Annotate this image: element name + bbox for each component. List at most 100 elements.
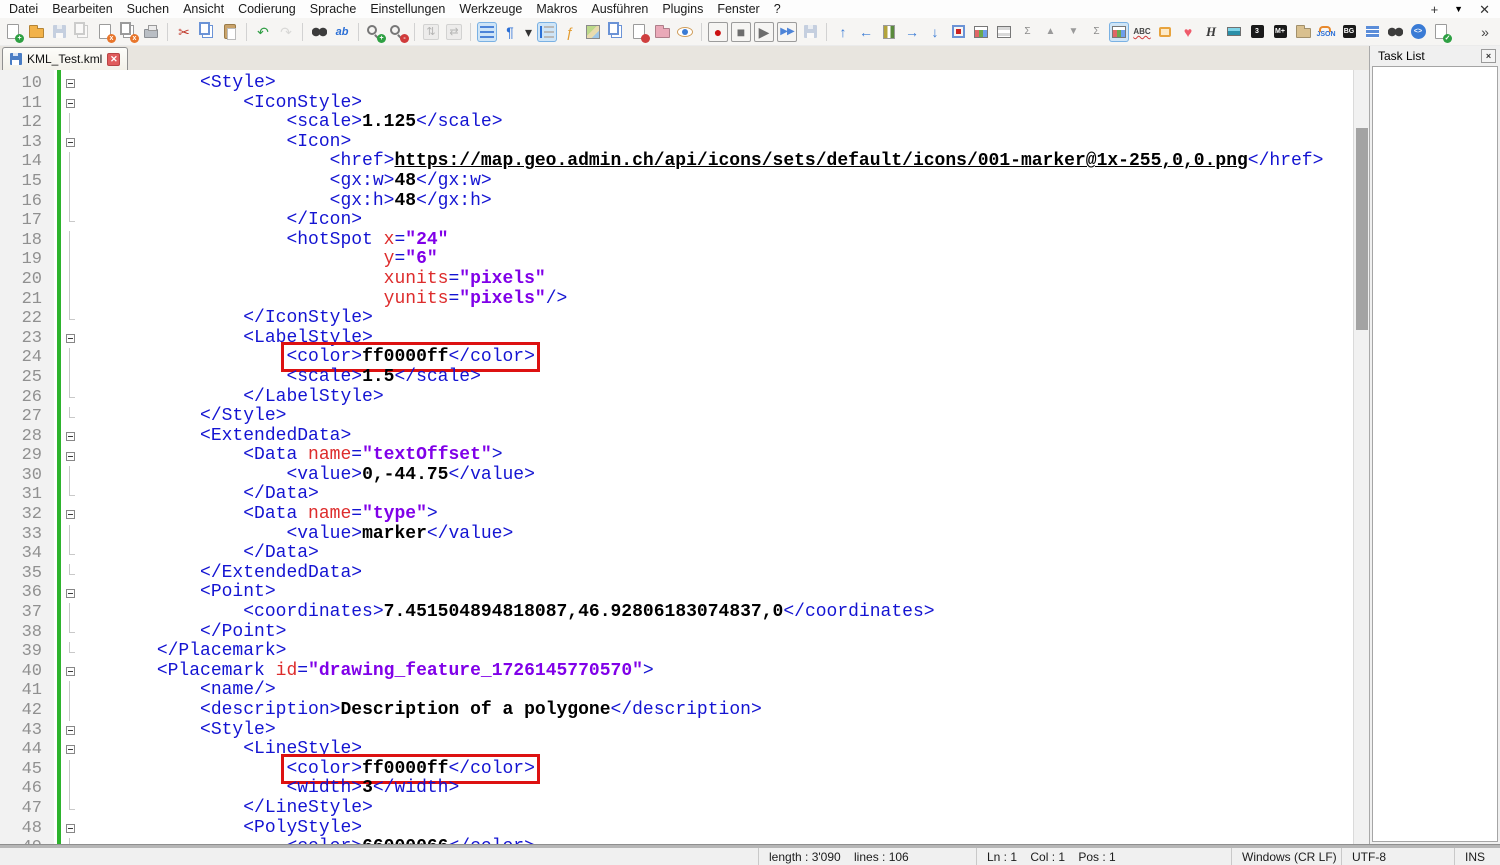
paste-icon[interactable] bbox=[220, 22, 240, 42]
fold-box-icon[interactable] bbox=[66, 452, 75, 461]
macro-record-icon[interactable]: ● bbox=[708, 22, 728, 42]
tab-close-icon[interactable]: ✕ bbox=[107, 53, 120, 66]
replace-icon[interactable]: ab bbox=[332, 22, 352, 42]
code-line[interactable]: <value>0,-44.75</value> bbox=[79, 466, 535, 486]
plugin-grid-icon[interactable] bbox=[994, 22, 1014, 42]
fold-box-icon[interactable] bbox=[66, 334, 75, 343]
show-all-characters-dropdown-icon[interactable]: ▾ bbox=[523, 22, 534, 42]
code-line[interactable]: <IconStyle> bbox=[79, 94, 362, 114]
code-line[interactable]: <href>https://map.geo.admin.ch/api/icons… bbox=[79, 152, 1323, 172]
plugin-triangle-down-icon[interactable]: ▼ bbox=[1063, 22, 1083, 42]
menu-item-einstellungen[interactable]: Einstellungen bbox=[363, 0, 452, 18]
code-line[interactable]: <PolyStyle> bbox=[79, 819, 362, 839]
indent-guide-icon[interactable] bbox=[537, 22, 557, 42]
code-line[interactable]: </IconStyle> bbox=[79, 309, 373, 329]
code-line[interactable]: <coordinates>7.451504894818087,46.928061… bbox=[79, 603, 935, 623]
cut-icon[interactable]: ✂ bbox=[174, 22, 194, 42]
plugin-html-preview-icon[interactable]: H bbox=[1201, 22, 1221, 42]
status-insert-mode[interactable]: INS bbox=[1454, 848, 1500, 865]
new-file-icon[interactable]: + bbox=[3, 22, 23, 42]
menu-item-datei[interactable]: Datei bbox=[2, 0, 45, 18]
menu-item-help[interactable]: ? bbox=[767, 0, 788, 18]
menu-item-suchen[interactable]: Suchen bbox=[120, 0, 176, 18]
plugin-bars-icon[interactable] bbox=[879, 22, 899, 42]
fold-box-icon[interactable] bbox=[66, 79, 75, 88]
code-line[interactable]: <Data name="type"> bbox=[79, 505, 438, 525]
save-all-icon[interactable] bbox=[72, 22, 92, 42]
code-line[interactable]: yunits="pixels"/> bbox=[79, 290, 567, 310]
code-line[interactable]: </Point> bbox=[79, 623, 286, 643]
fold-box-icon[interactable] bbox=[66, 726, 75, 735]
code-line[interactable]: xunits="pixels" bbox=[79, 270, 546, 290]
plugin-sigma-top-icon[interactable]: Σ bbox=[1017, 22, 1037, 42]
fold-margin[interactable] bbox=[61, 505, 79, 525]
code-line[interactable]: </ExtendedData> bbox=[79, 564, 362, 584]
redo-icon[interactable]: ↷ bbox=[276, 22, 296, 42]
fold-margin[interactable] bbox=[61, 446, 79, 466]
macro-save-icon[interactable] bbox=[800, 22, 820, 42]
plugin-triangle-up-icon[interactable]: ▲ bbox=[1040, 22, 1060, 42]
scrollbar-thumb[interactable] bbox=[1356, 128, 1368, 330]
code-line[interactable]: <description>Description of a polygone</… bbox=[79, 701, 762, 721]
fold-margin[interactable] bbox=[61, 819, 79, 839]
plugin-spool-icon[interactable] bbox=[1362, 22, 1382, 42]
plugin-arrow-left-icon[interactable]: ← bbox=[856, 22, 876, 42]
json-viewer-icon[interactable]: JSON bbox=[1316, 22, 1336, 42]
code-line[interactable]: <color>66000066</color> bbox=[79, 838, 535, 844]
code-line[interactable]: <Data name="textOffset"> bbox=[79, 446, 503, 466]
menu-item-werkzeuge[interactable]: Werkzeuge bbox=[452, 0, 529, 18]
code-line[interactable]: <name/> bbox=[79, 681, 276, 701]
code-line[interactable]: <gx:w>48</gx:w> bbox=[79, 172, 492, 192]
copy-icon[interactable] bbox=[197, 22, 217, 42]
menu-item-bearbeiten[interactable]: Bearbeiten bbox=[45, 0, 119, 18]
word-wrap-icon[interactable] bbox=[477, 22, 497, 42]
menu-item-sprache[interactable]: Sprache bbox=[303, 0, 364, 18]
menu-item-fenster[interactable]: Fenster bbox=[710, 0, 766, 18]
code-line[interactable]: </Icon> bbox=[79, 211, 362, 231]
code-line[interactable]: <Style> bbox=[79, 74, 276, 94]
save-file-icon[interactable] bbox=[49, 22, 69, 42]
code-line[interactable]: <Style> bbox=[79, 721, 276, 741]
fold-margin[interactable] bbox=[61, 329, 79, 349]
fold-box-icon[interactable] bbox=[66, 510, 75, 519]
menu-item-ansicht[interactable]: Ansicht bbox=[176, 0, 231, 18]
zoom-in-icon[interactable]: + bbox=[365, 22, 385, 42]
code-line[interactable]: <gx:h>48</gx:h> bbox=[79, 192, 492, 212]
plugin-barcode-icon[interactable]: BG bbox=[1339, 22, 1359, 42]
code-line[interactable]: </Placemark> bbox=[79, 642, 286, 662]
fold-margin[interactable] bbox=[61, 662, 79, 682]
document-map-icon[interactable] bbox=[583, 22, 603, 42]
new-tab-icon[interactable]: + bbox=[1431, 3, 1439, 16]
plugin-panel-icon[interactable] bbox=[1224, 22, 1244, 42]
fold-margin[interactable] bbox=[61, 94, 79, 114]
plugin-heart-icon[interactable]: ♥ bbox=[1178, 22, 1198, 42]
code-line[interactable]: </LabelStyle> bbox=[79, 388, 384, 408]
fold-margin[interactable] bbox=[61, 583, 79, 603]
fold-box-icon[interactable] bbox=[66, 667, 75, 676]
window-close-icon[interactable]: ✕ bbox=[1479, 3, 1490, 16]
sync-vertical-scroll-icon[interactable]: ⇅ bbox=[421, 22, 441, 42]
undo-icon[interactable]: ↶ bbox=[253, 22, 273, 42]
plugin-check-icon[interactable]: ✓ bbox=[1431, 22, 1451, 42]
toolbar-overflow-icon[interactable]: » bbox=[1475, 22, 1495, 42]
close-all-icon[interactable]: x bbox=[118, 22, 138, 42]
code-line[interactable]: <Placemark id="drawing_feature_172614577… bbox=[79, 662, 654, 682]
menu-item-codierung[interactable]: Codierung bbox=[231, 0, 303, 18]
code-line[interactable]: </Data> bbox=[79, 485, 319, 505]
fold-margin[interactable] bbox=[61, 740, 79, 760]
tab-kml-test[interactable]: KML_Test.kml ✕ bbox=[2, 47, 128, 70]
macro-run-multiple-icon[interactable]: ▶▶ bbox=[777, 22, 797, 42]
plugin-arrow-up-icon[interactable]: ↑ bbox=[833, 22, 853, 42]
monitoring-icon[interactable] bbox=[675, 22, 695, 42]
fold-box-icon[interactable] bbox=[66, 99, 75, 108]
code-line[interactable]: </Style> bbox=[79, 407, 286, 427]
code-line[interactable]: <color>ff0000ff</color> bbox=[79, 760, 535, 780]
code-line[interactable]: <LineStyle> bbox=[79, 740, 362, 760]
code-line[interactable]: </Data> bbox=[79, 544, 319, 564]
menu-item-makros[interactable]: Makros bbox=[529, 0, 584, 18]
plugin-table-active-icon[interactable] bbox=[1109, 22, 1129, 42]
plugin-folder-tools-icon[interactable] bbox=[1293, 22, 1313, 42]
fold-margin[interactable] bbox=[61, 721, 79, 741]
fold-box-icon[interactable] bbox=[66, 824, 75, 833]
document-list-icon[interactable] bbox=[606, 22, 626, 42]
